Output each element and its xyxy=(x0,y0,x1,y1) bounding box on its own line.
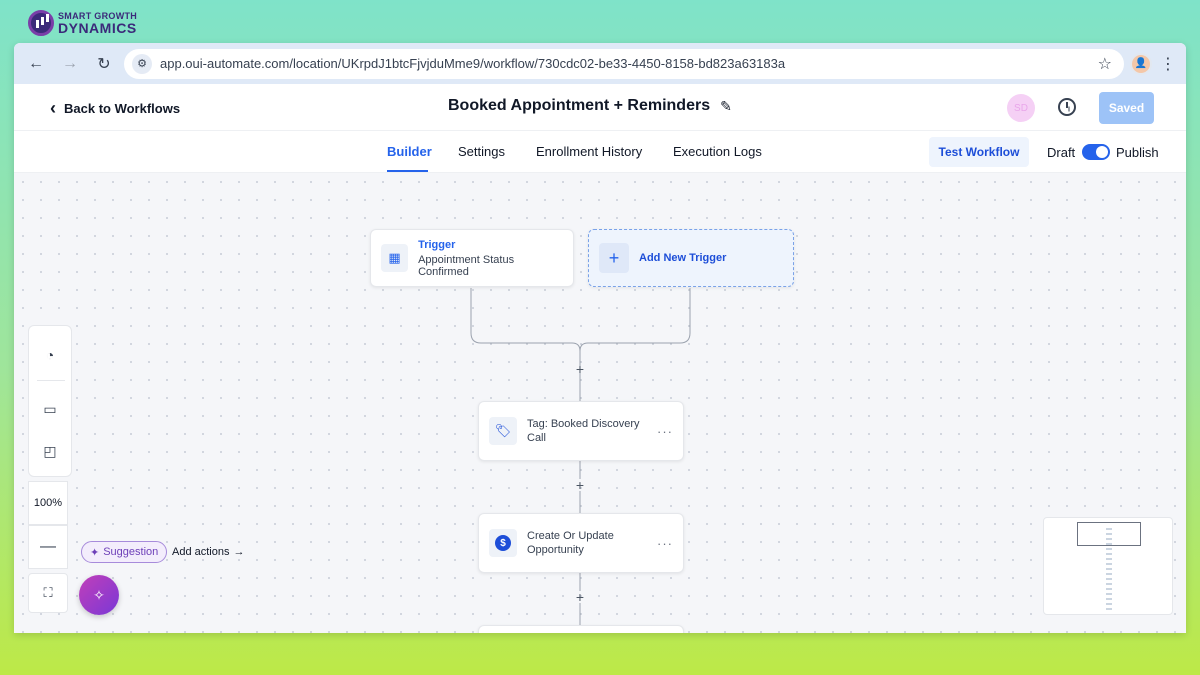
user-avatar[interactable]: SD xyxy=(1007,94,1035,122)
site-settings-icon[interactable]: ⚙ xyxy=(132,53,152,74)
dollar-icon: $ xyxy=(495,535,511,551)
brand-logo: SMART GROWTH DYNAMICS xyxy=(28,10,137,36)
ai-assistant-button[interactable]: ✧ xyxy=(79,575,119,615)
brand-logo-icon xyxy=(28,10,54,36)
action-node-next[interactable] xyxy=(478,625,684,633)
action-label-opportunity-line2: Opportunity xyxy=(527,544,584,556)
add-actions-label: Add actions xyxy=(172,546,230,558)
tab-execution-logs[interactable]: Execution Logs xyxy=(673,144,762,159)
publish-toggle[interactable] xyxy=(1082,144,1110,160)
back-to-workflows-link[interactable]: ‹ Back to Workflows xyxy=(50,98,180,119)
sticky-note-icon[interactable]: ◰ xyxy=(41,442,59,460)
tab-enrollment-history[interactable]: Enrollment History xyxy=(536,144,642,159)
more-options-icon[interactable]: ··· xyxy=(657,536,673,551)
suggestion-label: Suggestion xyxy=(103,546,159,558)
dollar-icon-wrap: $ xyxy=(489,529,517,557)
zoom-level: 100% xyxy=(28,481,68,525)
workflow-title-text: Booked Appointment + Reminders xyxy=(448,97,711,114)
back-to-workflows-label: Back to Workflows xyxy=(64,101,181,116)
chevron-left-icon: ‹ xyxy=(50,98,56,118)
add-actions-link[interactable]: Add actions → xyxy=(172,546,244,558)
tag-icon: 🏷 xyxy=(489,417,517,445)
app-header: ‹ Back to Workflows Booked Appointment +… xyxy=(14,84,1186,131)
draft-label: Draft xyxy=(1047,145,1076,160)
action-node-opportunity[interactable]: $ Create Or Update Opportunity ··· xyxy=(478,513,684,573)
tab-builder[interactable]: Builder xyxy=(387,144,432,159)
url-text[interactable]: app.oui-automate.com/location/UKrpdJ1btc… xyxy=(160,56,1090,71)
action-label-opportunity-line1: Create Or Update xyxy=(527,529,614,542)
fullscreen-icon[interactable]: ⛶ xyxy=(28,573,68,613)
canvas-tools-panel: ◔ ▭ ◰ xyxy=(28,325,72,477)
more-options-icon[interactable]: ··· xyxy=(657,424,673,439)
action-node-tag[interactable]: 🏷 Tag: Booked Discovery Call ··· xyxy=(478,401,684,461)
sparkle-icon: ✦ xyxy=(90,546,100,559)
forward-arrow-icon[interactable]: → xyxy=(56,50,84,78)
workflow-canvas[interactable]: ▦ Trigger Appointment Status Confirmed +… xyxy=(14,173,1186,633)
test-workflow-button[interactable]: Test Workflow xyxy=(929,137,1029,167)
panel-divider xyxy=(37,380,65,381)
add-step-plus-2[interactable]: + xyxy=(574,478,586,492)
reload-icon[interactable]: ↻ xyxy=(90,50,118,78)
workflow-title: Booked Appointment + Reminders ✎ xyxy=(448,97,732,115)
minimap[interactable] xyxy=(1043,517,1173,615)
brand-name-bottom: DYNAMICS xyxy=(58,19,137,36)
minimap-nodes xyxy=(1106,528,1112,612)
back-arrow-icon[interactable]: ← xyxy=(22,50,50,78)
add-step-plus-1[interactable]: + xyxy=(574,362,586,376)
publish-label: Publish xyxy=(1116,145,1159,160)
edit-pencil-icon[interactable]: ✎ xyxy=(720,98,732,115)
active-tab-indicator xyxy=(387,170,428,172)
browser-menu-icon[interactable]: ⋮ xyxy=(1158,54,1178,74)
analytics-pie-icon[interactable]: ◔ xyxy=(41,346,59,364)
zoom-out-button[interactable]: — xyxy=(28,525,68,569)
browser-window: ← → ↻ ⚙ app.oui-automate.com/location/UK… xyxy=(14,43,1186,633)
tab-bar: Builder Settings Enrollment History Exec… xyxy=(14,131,1186,173)
suggestion-badge[interactable]: ✦ Suggestion xyxy=(81,541,168,563)
saved-button[interactable]: Saved xyxy=(1099,92,1154,124)
add-step-plus-3[interactable]: + xyxy=(574,590,586,604)
profile-avatar[interactable]: 👤 xyxy=(1130,52,1152,75)
history-icon[interactable] xyxy=(1058,98,1076,116)
magic-wand-icon: ✧ xyxy=(93,586,105,603)
address-bar[interactable]: ⚙ app.oui-automate.com/location/UKrpdJ1b… xyxy=(124,48,1124,79)
browser-toolbar: ← → ↻ ⚙ app.oui-automate.com/location/UK… xyxy=(14,43,1186,84)
comment-icon[interactable]: ▭ xyxy=(41,400,59,418)
bookmark-star-icon[interactable]: ☆ xyxy=(1098,54,1112,74)
action-label-tag: Tag: Booked Discovery Call xyxy=(527,417,640,444)
tab-settings[interactable]: Settings xyxy=(458,144,505,159)
arrow-right-icon: → xyxy=(233,546,245,558)
